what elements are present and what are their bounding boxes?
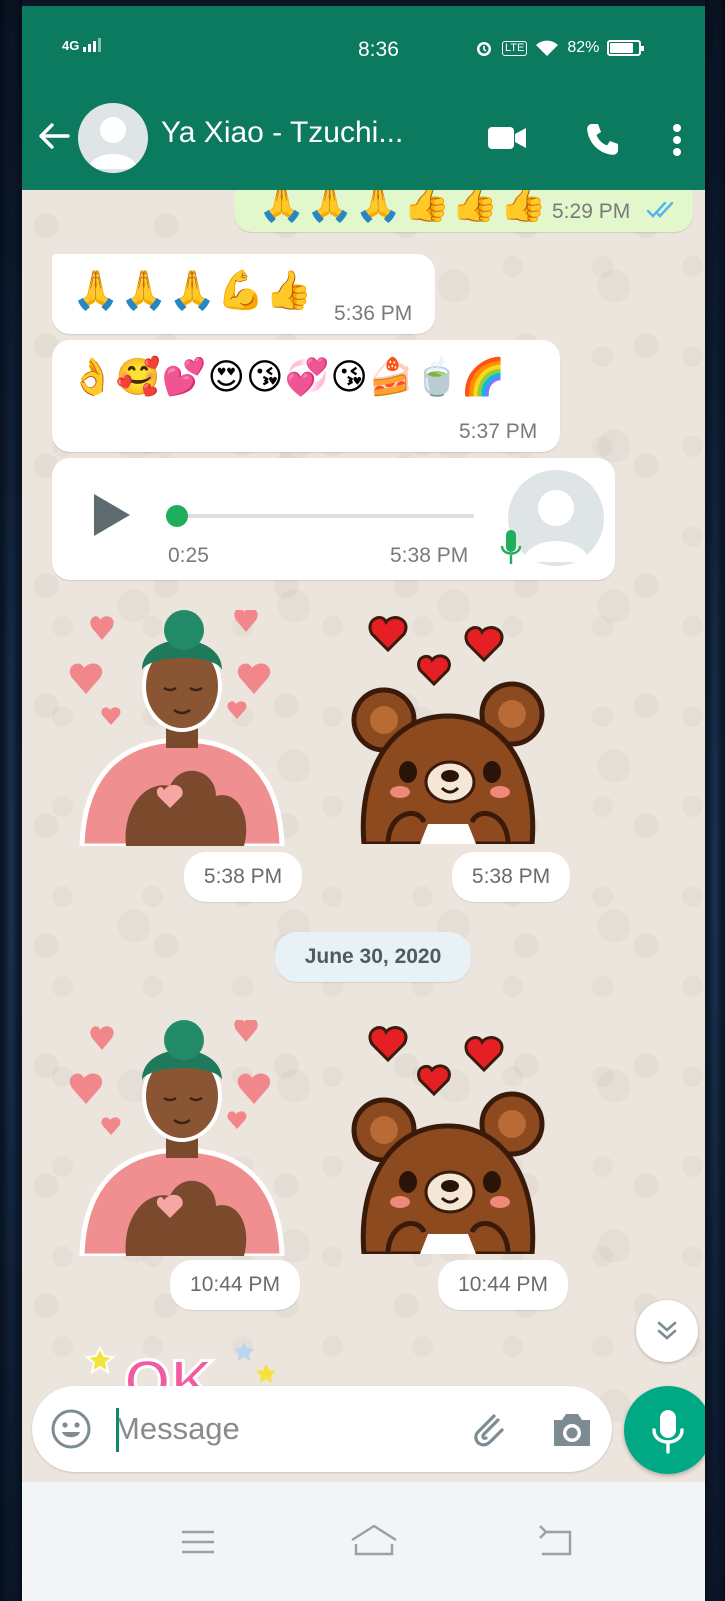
network-indicator: 4G: [62, 38, 105, 53]
message-composer: [22, 1386, 705, 1474]
message-time: 10:44 PM: [438, 1260, 568, 1310]
status-icons: LTE 82%: [474, 38, 645, 58]
voice-record-button[interactable]: [624, 1386, 705, 1474]
mic-small-icon: [500, 530, 522, 564]
avatar-icon: [88, 117, 138, 169]
message-bubble-outgoing[interactable]: 🙏🙏🙏👍👍👍 5:29 PM: [234, 190, 693, 232]
camera-icon: [554, 1414, 590, 1446]
battery-fill: [610, 43, 634, 53]
star-icon: [256, 1364, 276, 1383]
message-time: 5:37 PM: [459, 420, 538, 443]
contact-avatar[interactable]: [78, 103, 148, 173]
recent-apps-button[interactable]: [176, 1524, 220, 1560]
microphone-icon: [652, 1410, 684, 1454]
sticker-bear-hearts[interactable]: [348, 616, 548, 844]
double-chevron-down-icon: [657, 1321, 677, 1340]
message-time: 5:29 PM: [552, 200, 631, 223]
sticker-woman-heart-hands[interactable]: [66, 610, 298, 846]
emoji-icon: [51, 1409, 91, 1449]
alarm-icon: [477, 42, 491, 56]
play-icon[interactable]: [90, 490, 134, 540]
camera-button[interactable]: [548, 1408, 596, 1452]
home-icon: [351, 1524, 397, 1556]
wifi-icon: [536, 40, 559, 56]
star-icon: [234, 1342, 254, 1361]
back-arrow-icon: [39, 123, 70, 149]
sticker-text: OK: [124, 1348, 214, 1390]
status-bar: 4G 8:36 LTE 82%: [22, 6, 705, 90]
home-button[interactable]: [348, 1520, 400, 1560]
network-type-text: 4G: [62, 38, 80, 53]
message-input[interactable]: [114, 1402, 434, 1456]
voice-progress-track[interactable]: [174, 514, 474, 518]
more-vertical-icon: [673, 124, 681, 156]
message-box[interactable]: [32, 1386, 612, 1472]
heart-icon: [368, 616, 504, 687]
voice-call-button[interactable]: [580, 118, 624, 162]
top-bar: 4G 8:36 LTE 82% Ya Xiao - Tzuchi...: [22, 6, 705, 190]
message-text: 🙏🙏🙏👍👍👍: [258, 190, 548, 224]
heart-icon: [368, 1026, 504, 1097]
voice-message-bubble[interactable]: 0:25 5:38 PM: [52, 458, 615, 580]
paperclip-icon: [474, 1414, 504, 1447]
sticker-bear-hearts[interactable]: [348, 1026, 548, 1254]
emoji-button[interactable]: [48, 1406, 94, 1452]
contact-name[interactable]: Ya Xiao - Tzuchi...: [161, 116, 403, 150]
status-time: 8:36: [358, 38, 399, 61]
wallpaper-left-edge: [0, 0, 22, 1601]
message-time: 10:44 PM: [170, 1260, 300, 1310]
attach-button[interactable]: [464, 1406, 512, 1454]
message-bubble-incoming[interactable]: 🙏🙏🙏💪👍 5:36 PM: [52, 254, 435, 334]
video-call-button[interactable]: [484, 118, 530, 158]
date-divider: June 30, 2020: [275, 932, 471, 982]
message-time: 5:38 PM: [452, 852, 570, 902]
avatar-icon: [522, 490, 590, 562]
message-time: 5:38 PM: [184, 852, 302, 902]
battery-percent: 82%: [567, 39, 600, 56]
text-cursor: [116, 1408, 119, 1452]
battery-icon: [607, 40, 645, 56]
wallpaper-right-edge: [705, 0, 725, 1601]
message-bubble-incoming[interactable]: 👌🥰💕😍😘💞😘🍰🍵🌈 5:37 PM: [52, 340, 560, 452]
system-back-button[interactable]: [534, 1522, 578, 1560]
phone-screen: 4G 8:36 LTE 82% Ya Xiao - Tzuchi... 🙏🙏🙏👍…: [22, 6, 705, 1601]
voice-duration: 0:25: [168, 544, 209, 567]
voice-sender-avatar: [508, 470, 604, 566]
chat-thread[interactable]: 🙏🙏🙏👍👍👍 5:29 PM 🙏🙏🙏💪👍 5:36 PM 👌🥰💕😍😘💞😘🍰🍵🌈 …: [22, 190, 705, 1454]
menu-icon: [182, 1530, 214, 1554]
back-button[interactable]: [36, 114, 76, 158]
message-text: 👌🥰💕😍😘💞😘🍰🍵🌈: [70, 356, 507, 397]
message-time: 5:36 PM: [334, 302, 413, 325]
system-navigation-bar: [22, 1482, 705, 1601]
message-text: 🙏🙏🙏💪👍: [72, 270, 314, 312]
return-icon: [539, 1525, 572, 1556]
phone-call-icon: [587, 124, 618, 155]
sticker-ok-stars[interactable]: OK: [78, 1340, 298, 1390]
read-receipt-icon: [646, 201, 674, 218]
voice-progress-knob[interactable]: [166, 505, 188, 527]
message-time: 5:38 PM: [390, 544, 469, 567]
star-icon: [84, 1345, 116, 1375]
volte-indicator: LTE: [502, 40, 528, 56]
video-call-icon: [488, 127, 526, 149]
chat-header: Ya Xiao - Tzuchi...: [22, 90, 705, 190]
more-options-button[interactable]: [662, 118, 692, 162]
scroll-to-bottom-button[interactable]: [636, 1300, 698, 1362]
signal-icon: [82, 38, 101, 52]
sticker-woman-heart-hands[interactable]: [66, 1020, 298, 1256]
